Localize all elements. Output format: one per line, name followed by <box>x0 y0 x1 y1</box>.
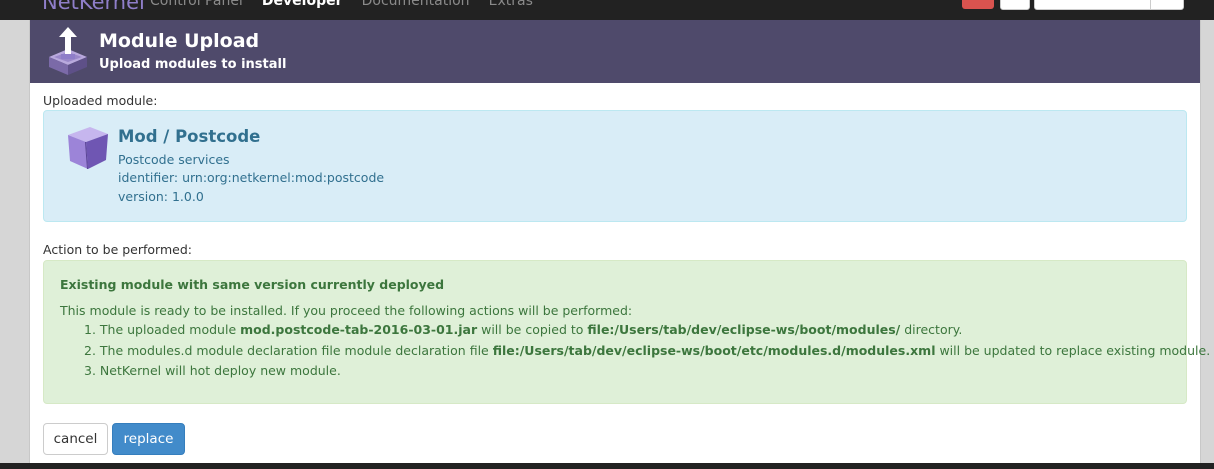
page-subtitle: Upload modules to install <box>99 57 287 72</box>
nav-link-developer[interactable]: Developer <box>262 0 343 13</box>
nav-link-documentation[interactable]: Documentation <box>362 0 470 13</box>
replace-button[interactable]: replace <box>112 423 185 455</box>
action-intro: This module is ready to be installed. If… <box>60 303 633 318</box>
action-alert: Existing module with same version curren… <box>43 260 1210 404</box>
upload-tray-icon <box>49 27 87 75</box>
bottom-edge <box>0 463 1214 469</box>
nav-link-control-panel[interactable]: Control Panel <box>150 0 243 13</box>
uploaded-module-card: Mod / Postcode Postcode services identif… <box>43 110 1187 222</box>
panel-header: Module Upload Upload modules to install <box>30 20 1200 83</box>
module-version: version: 1.0.0 <box>118 189 204 204</box>
brand-logo[interactable]: NetKernel <box>42 0 145 14</box>
module-identifier: identifier: urn:org:netkernel:mod:postco… <box>118 170 385 185</box>
uploaded-module-label: Uploaded module: <box>43 93 158 108</box>
search-button[interactable] <box>1150 0 1183 9</box>
page-title: Module Upload <box>99 30 260 52</box>
action-title: Existing module with same version curren… <box>60 277 445 292</box>
module-box-icon <box>68 127 108 169</box>
action-step: 1. The uploaded module mod.postcode-tab-… <box>84 322 963 337</box>
module-upload-panel: Module Upload Upload modules to install … <box>29 20 1210 469</box>
search-input[interactable] <box>1034 0 1184 10</box>
action-steps: 1. The uploaded module mod.postcode-tab-… <box>84 320 1210 382</box>
module-title[interactable]: Mod / Postcode <box>118 126 260 148</box>
top-navbar: NetKernel Control Panel Developer Docume… <box>0 0 1214 20</box>
nav-links: Control Panel Developer Documentation Ex… <box>150 0 547 13</box>
action-step: 3. NetKernel will hot deploy new module. <box>84 363 341 378</box>
cancel-button[interactable]: cancel <box>43 423 108 455</box>
alert-button[interactable] <box>962 0 994 9</box>
module-description: Postcode services <box>118 152 230 167</box>
nav-toggle-button[interactable] <box>1000 0 1030 10</box>
action-label: Action to be performed: <box>43 242 192 257</box>
action-step: 2. The modules.d module declaration file… <box>84 342 1211 358</box>
nav-link-extras[interactable]: Extras <box>489 0 533 13</box>
